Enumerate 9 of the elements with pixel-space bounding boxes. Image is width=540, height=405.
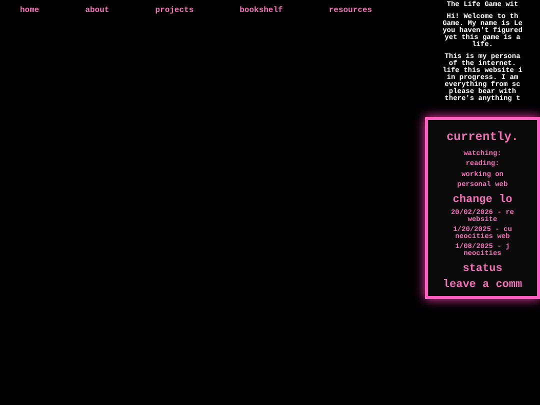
nav-link[interactable]: about	[85, 6, 110, 16]
comment-link[interactable]: leave a comm	[442, 278, 522, 292]
status-heading: status	[462, 262, 502, 276]
nav-link[interactable]: projects	[155, 6, 194, 16]
currently-heading: currently.	[446, 130, 518, 144]
nav-link[interactable]: bookshelf	[240, 6, 283, 16]
nav-link[interactable]: home	[20, 6, 40, 16]
changelog-heading: change lo	[452, 193, 512, 207]
nav-link[interactable]: resources	[328, 6, 372, 16]
